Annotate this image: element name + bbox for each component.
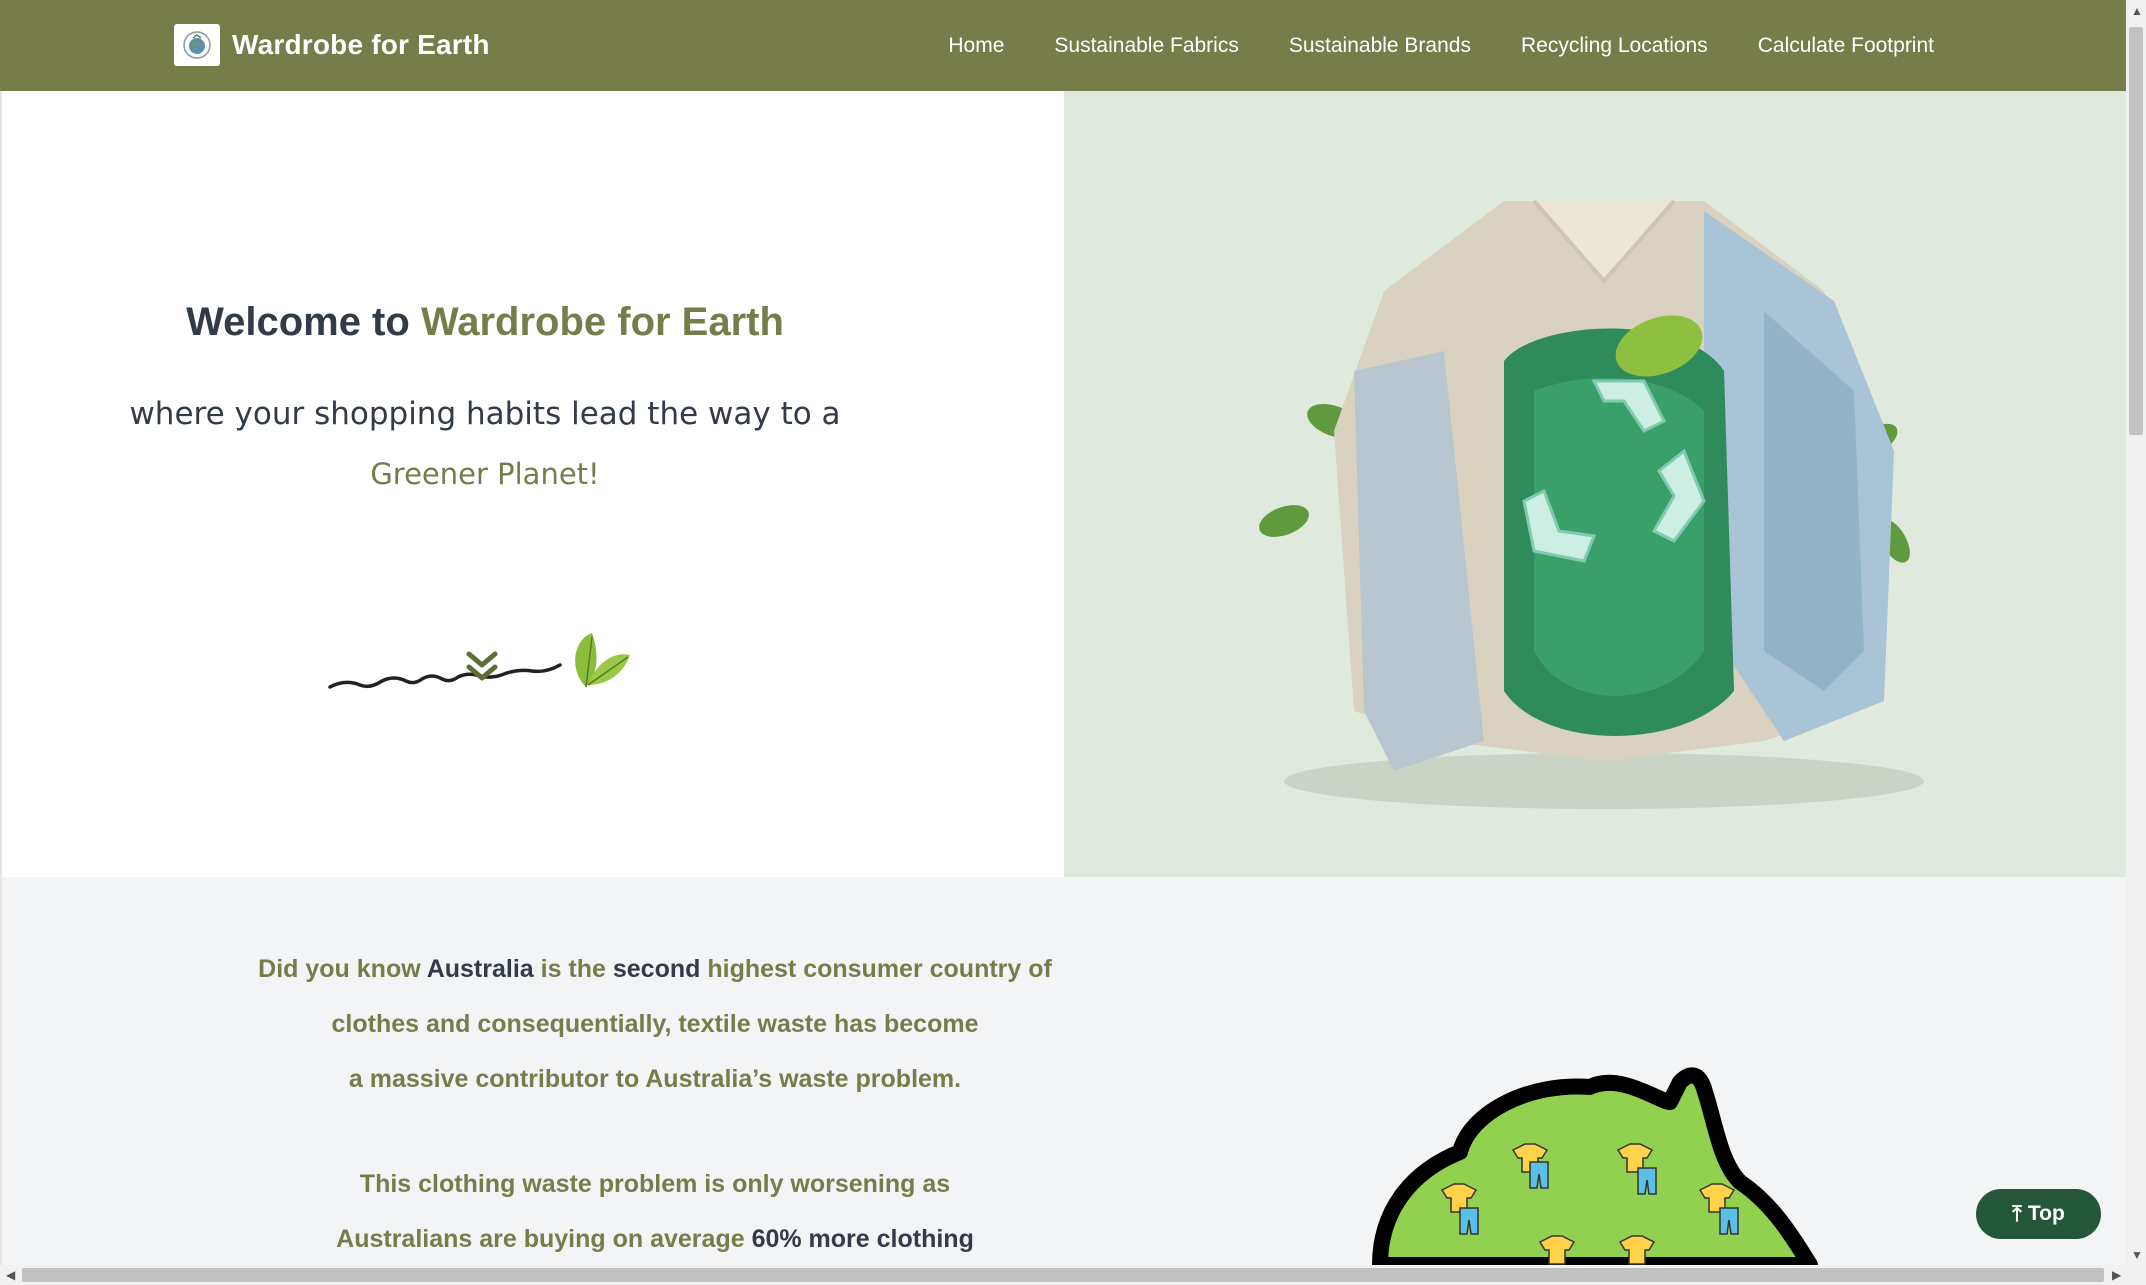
nav-sustainable-fabrics[interactable]: Sustainable Fabrics: [1054, 34, 1238, 58]
hero-title: Welcome to Wardrobe for Earth: [2, 300, 968, 345]
fact-text-c: is the: [540, 955, 606, 983]
nav-calculate-footprint[interactable]: Calculate Footprint: [1758, 34, 1934, 58]
fact-text-buying: Australians are buying on average: [336, 1225, 745, 1253]
scroll-left-arrow-icon[interactable]: ◀: [6, 1268, 15, 1282]
top-button-label: Top: [2027, 1202, 2065, 1225]
fact-text-60-percent: 60% more clothing: [751, 1225, 974, 1253]
recycled-clothing-illustration: [1064, 91, 2126, 877]
fact-line-1: Did you know Australia is the second hig…: [2, 942, 1308, 997]
hero-section: Welcome to Wardrobe for Earth where your…: [0, 91, 1064, 877]
nav-links: Home Sustainable Fabrics Sustainable Bra…: [898, 0, 2126, 91]
hero-title-accent: Wardrobe for Earth: [420, 300, 784, 344]
nav-home[interactable]: Home: [948, 34, 1004, 58]
australia-clothing-map: [1372, 1067, 1818, 1265]
hero-subtitle: where your shopping habits lead the way …: [129, 396, 841, 432]
fact-line-2: clothes and consequentially, textile was…: [331, 1010, 979, 1038]
recycle-globe-icon: [174, 24, 220, 66]
fact-line-5: Australians are buying on average 60% mo…: [2, 1212, 1308, 1267]
nav-recycling-locations[interactable]: Recycling Locations: [1521, 34, 1708, 58]
navbar: Wardrobe for Earth Home Sustainable Fabr…: [0, 0, 2126, 91]
fact-text-a: Did you know: [258, 955, 421, 983]
fact-text-e: highest consumer country of: [707, 955, 1052, 983]
hero-title-prefix: Welcome to: [186, 300, 410, 344]
back-to-top-button[interactable]: ⤒ Top: [1976, 1189, 2101, 1239]
double-chevron-down-icon[interactable]: [465, 650, 499, 684]
vertical-scrollbar-thumb[interactable]: [2129, 27, 2143, 435]
fact-text-second: second: [612, 955, 701, 983]
fact-line-3: a massive contributor to Australia’s was…: [348, 1065, 962, 1093]
horizontal-scrollbar-thumb[interactable]: [22, 1268, 2104, 1282]
nav-sustainable-brands[interactable]: Sustainable Brands: [1289, 34, 1471, 58]
hero-subtitle-accent: Greener Planet!: [370, 457, 600, 491]
fact-text-australia: Australia: [426, 955, 534, 983]
brand-name: Wardrobe for Earth: [232, 29, 490, 60]
scroll-down-arrow-icon[interactable]: ▼: [2131, 1248, 2143, 1262]
scroll-right-arrow-icon[interactable]: ▶: [2112, 1268, 2121, 1282]
scroll-up-arrow-icon[interactable]: ▲: [2131, 4, 2143, 18]
fact-line-4: This clothing waste problem is only wors…: [359, 1170, 951, 1198]
brand-link[interactable]: Wardrobe for Earth: [174, 24, 490, 66]
facts-section: Did you know Australia is the second hig…: [0, 877, 2126, 1265]
arrow-up-to-line-icon: ⤒: [2012, 1201, 2022, 1226]
